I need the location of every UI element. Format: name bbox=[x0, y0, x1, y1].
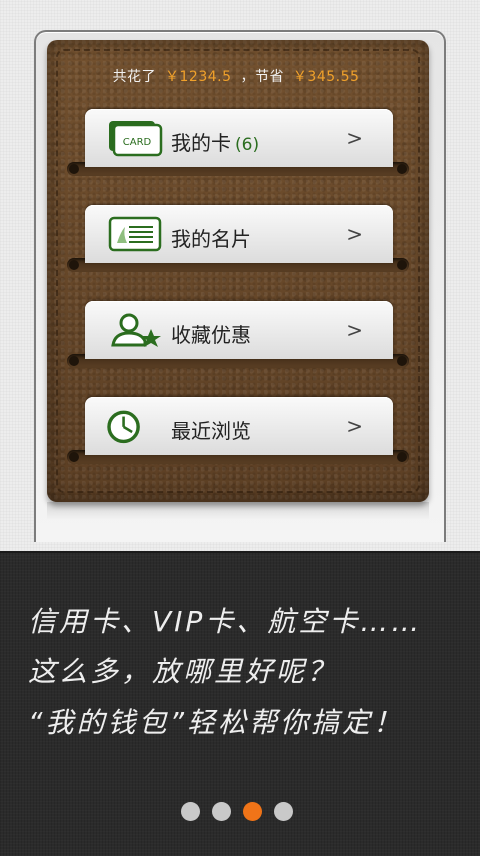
promo-line-2: 这么多，放哪里好呢？ bbox=[28, 655, 339, 688]
spent-amount: ￥1234.5 bbox=[165, 69, 232, 85]
page-dot-active[interactable] bbox=[243, 802, 262, 821]
menu-item-favorite-deals[interactable]: 收藏优惠 > bbox=[85, 301, 393, 359]
menu-item-label: 我的卡 (6) bbox=[171, 127, 259, 156]
recently-viewed-label: 最近浏览 bbox=[171, 419, 251, 443]
spending-summary: 共花了 ￥1234.5 ，节省 ￥345.55 bbox=[47, 66, 429, 86]
saved-label: ，节省 bbox=[240, 69, 284, 85]
card-icon: CARD bbox=[109, 121, 163, 157]
chevron-right-icon: > bbox=[346, 318, 363, 342]
card-icon-text: CARD bbox=[123, 137, 152, 148]
saved-amount: ￥345.55 bbox=[292, 69, 360, 85]
promo-line-1: 信用卡、VIP卡、航空卡…… bbox=[28, 605, 423, 638]
my-cards-count: (6) bbox=[235, 135, 260, 155]
page-dot[interactable] bbox=[181, 802, 200, 821]
menu-item-my-cards[interactable]: CARD 我的卡 (6) > bbox=[85, 109, 393, 167]
page-dot[interactable] bbox=[274, 802, 293, 821]
menu-item-recently-viewed[interactable]: 最近浏览 > bbox=[85, 397, 393, 455]
chevron-right-icon: > bbox=[346, 414, 363, 438]
favorite-user-star-icon bbox=[111, 313, 161, 347]
page-dot[interactable] bbox=[212, 802, 231, 821]
promo-line-3: “我的钱包”轻松帮你搞定！ bbox=[28, 706, 405, 739]
clock-icon bbox=[107, 410, 140, 444]
spent-label: 共花了 bbox=[112, 69, 157, 85]
business-cards-label: 我的名片 bbox=[171, 227, 251, 251]
chevron-right-icon: > bbox=[346, 126, 363, 150]
chevron-right-icon: > bbox=[346, 222, 363, 246]
my-cards-label: 我的卡 bbox=[171, 131, 231, 155]
menu-item-business-cards[interactable]: 我的名片 > bbox=[85, 205, 393, 263]
business-card-icon bbox=[108, 216, 162, 252]
wallet-shadow bbox=[47, 502, 429, 520]
favorite-deals-label: 收藏优惠 bbox=[171, 323, 251, 347]
